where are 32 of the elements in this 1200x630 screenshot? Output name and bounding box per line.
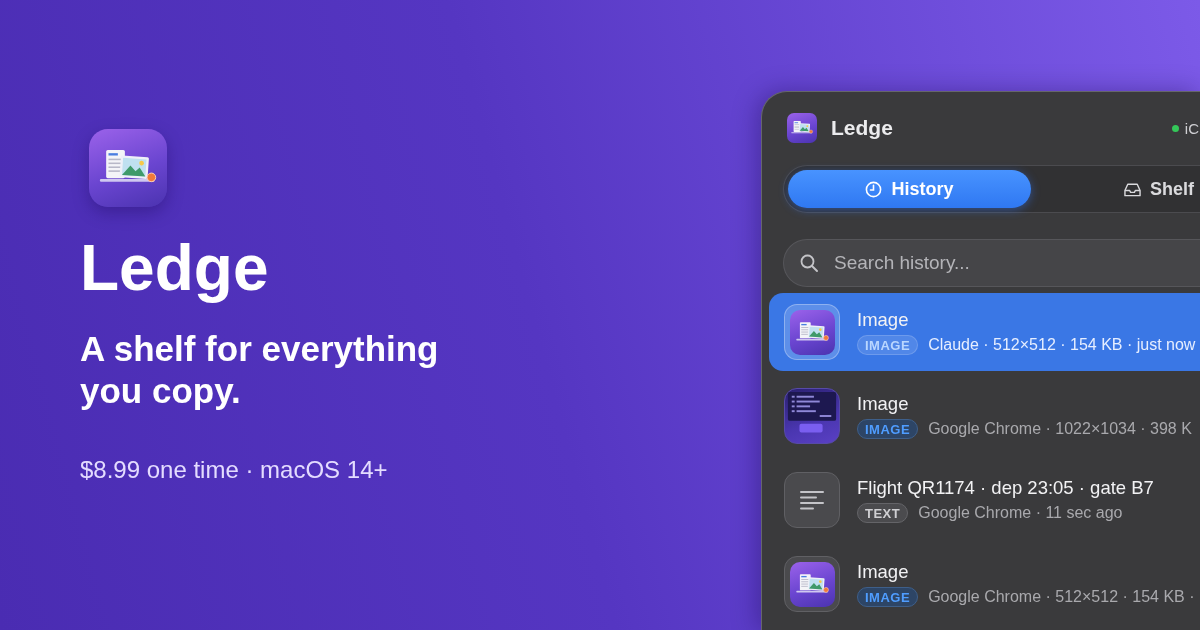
tab[interactable]: History [788,170,1031,208]
type-badge: IMAGE [857,335,919,355]
history-item[interactable]: Flight QR1174 · dep 23:05 · gate B7 TEXT Google Chrome · 11 sec ago [769,461,1200,539]
app-title: Ledge [80,233,269,303]
item-details: Google Chrome · 11 sec ago [918,504,1123,522]
type-badge: IMAGE [857,587,919,607]
window-title: Ledge [831,116,893,140]
app-icon [784,556,840,612]
type-badge: TEXT [857,503,909,523]
search-icon [800,254,818,272]
item-title: Image [857,309,910,331]
item-details: Google Chrome · 1022×1034 · 398 K [928,420,1192,438]
item-details: Google Chrome · 512×512 · 154 KB · [928,588,1195,606]
item-details: Claude · 512×512 · 154 KB · just now [928,336,1196,354]
history-item[interactable]: Image IMAGE Claude · 512×512 · 154 KB · just now [769,293,1200,371]
screenshot-icon [784,388,840,444]
type-badge: IMAGE [857,419,919,439]
text-lines-icon [784,472,840,528]
price-line: $8.99 one time · macOS 14+ [80,455,388,484]
app-icon [784,304,840,360]
item-title: Image [857,393,910,415]
tagline: A shelf for everything you copy. [80,328,440,412]
history-item[interactable]: Image IMAGE Google Chrome · 1022×1034 · 398 K [769,377,1200,455]
tab[interactable]: Shelf [1036,170,1200,208]
app-icon [89,129,167,207]
sync-status: iC [1184,119,1199,137]
search-field[interactable]: Search history... [783,239,1200,287]
clock-icon [865,180,883,198]
item-title: Image [857,561,910,583]
history-item[interactable]: Image IMAGE Google Chrome · 512×512 · 154 KB · [769,545,1200,623]
item-title: Flight QR1174 · dep 23:05 · gate B7 [857,477,1154,499]
app-icon [787,113,817,143]
